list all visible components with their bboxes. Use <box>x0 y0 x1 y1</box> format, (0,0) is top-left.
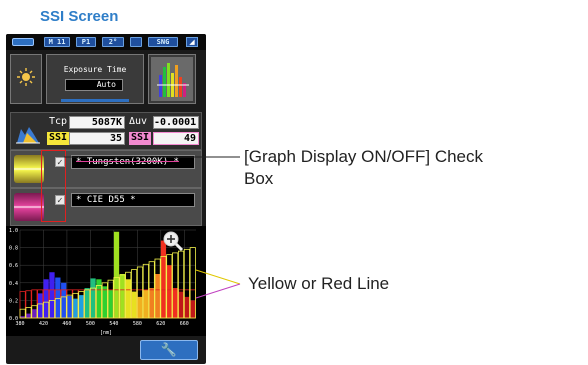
callout-yellow-red-line: Yellow or Red Line <box>248 274 390 293</box>
callout-yellow-leader <box>195 269 241 285</box>
callout-graph-line1: [Graph Display ON/OFF] Check <box>244 147 484 166</box>
callout-graph-display: [Graph Display ON/OFF] Check Box <box>244 146 483 190</box>
callout-red-leader <box>195 283 241 299</box>
callout-graph-line2: Box <box>244 169 274 188</box>
